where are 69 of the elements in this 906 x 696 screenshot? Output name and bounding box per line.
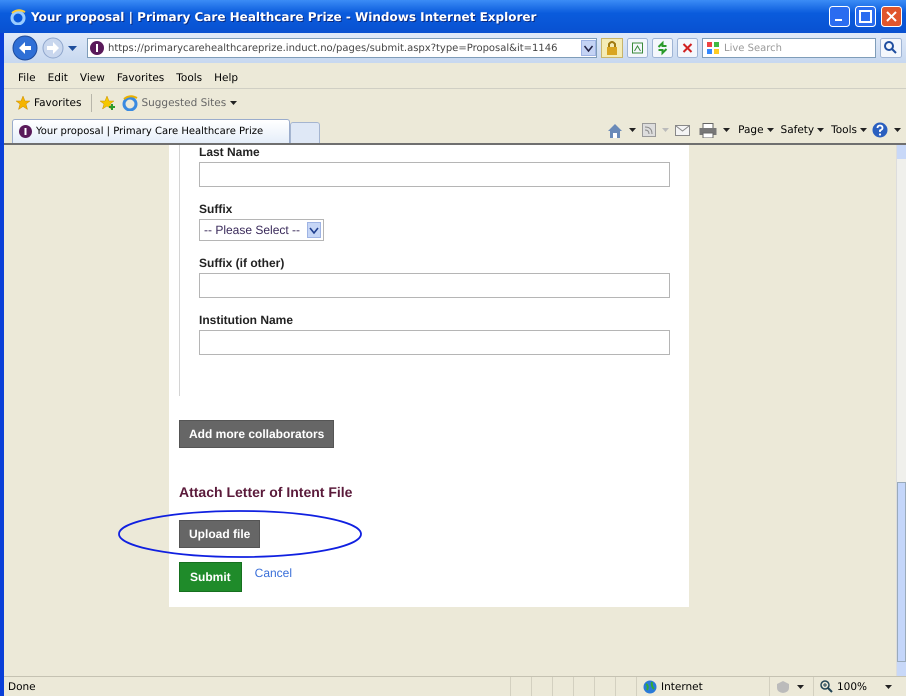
cancel-link[interactable]: Cancel — [254, 566, 292, 580]
add-favorite-icon[interactable] — [100, 95, 116, 111]
caret-icon — [817, 128, 824, 132]
ie-logo-icon — [10, 8, 26, 24]
field-label: Suffix (if other) — [199, 256, 286, 270]
input-field[interactable] — [199, 273, 670, 298]
close-button[interactable] — [881, 6, 902, 27]
window-title: Your proposal | Primary Care Healthcare Prize - Windows Internet Explorer — [31, 10, 538, 24]
command-menu[interactable]: Safety — [778, 124, 826, 136]
caret-icon — [766, 128, 774, 132]
command-menu[interactable]: Page — [736, 124, 776, 136]
caret-icon[interactable] — [68, 46, 77, 50]
print-icon[interactable] — [699, 122, 718, 138]
upload-button[interactable]: Upload file — [179, 520, 260, 548]
search-input[interactable]: Live Search — [724, 42, 875, 54]
site-icon — [90, 41, 104, 55]
menu-item[interactable]: View — [80, 72, 111, 84]
globe-icon — [643, 680, 657, 694]
caret-icon[interactable] — [723, 128, 730, 132]
compatibility-button[interactable] — [627, 38, 648, 58]
add-collaborators-button[interactable]: Add more collaborators — [179, 420, 334, 448]
maximize-button[interactable] — [855, 6, 876, 27]
mail-icon[interactable] — [675, 124, 690, 136]
menu-item[interactable]: Help — [214, 72, 244, 84]
caret-icon[interactable] — [894, 128, 901, 132]
back-button[interactable] — [12, 35, 38, 61]
zoom-button[interactable]: 100% — [813, 677, 906, 696]
site-icon — [19, 125, 32, 138]
favorites-button[interactable]: Favorites — [14, 96, 84, 110]
zoom-icon — [820, 680, 833, 693]
search-field[interactable]: Live Search — [702, 38, 876, 58]
menu-item[interactable]: Edit — [48, 72, 74, 84]
caret-icon[interactable] — [307, 222, 321, 238]
scrollbar[interactable] — [896, 145, 906, 676]
caret-icon — [662, 128, 670, 132]
caret-icon[interactable] — [629, 128, 636, 132]
help-icon[interactable] — [872, 122, 888, 138]
field-label: Institution Name — [199, 313, 294, 327]
refresh-button[interactable] — [652, 38, 673, 58]
submit-button[interactable]: Submit — [179, 562, 242, 592]
caret-icon[interactable] — [797, 684, 804, 688]
status-text: Done — [7, 680, 37, 692]
menu-item[interactable]: Tools — [176, 72, 208, 84]
section-heading: Attach Letter of Intent File — [179, 484, 354, 500]
caret-icon — [230, 101, 238, 105]
lock-icon[interactable] — [601, 38, 623, 58]
field-label: Suffix — [199, 202, 234, 216]
feed-icon[interactable] — [642, 123, 656, 137]
select-field[interactable]: -- Please Select -- — [199, 219, 324, 241]
stop-button[interactable] — [677, 38, 698, 58]
input-field[interactable] — [199, 162, 670, 187]
field-label: Last Name — [199, 145, 261, 159]
dropdown-button[interactable] — [581, 40, 596, 56]
caret-icon — [885, 684, 892, 688]
star-icon — [16, 96, 30, 110]
input-field[interactable] — [199, 330, 670, 355]
tab-title: Your proposal | Primary Care Healthcare Prize — [36, 126, 264, 137]
ie-logo-icon — [122, 95, 138, 111]
windows-flag-icon — [706, 41, 720, 55]
command-menu[interactable]: Tools — [829, 124, 869, 136]
menu-item[interactable]: File — [18, 72, 42, 84]
suggested-sites-button[interactable]: Suggested Sites — [120, 95, 240, 111]
menu-item[interactable]: Favorites — [116, 72, 170, 84]
browser-tab[interactable]: Your proposal | Primary Care Healthcare Prize — [12, 119, 290, 143]
search-button[interactable] — [880, 38, 902, 58]
zone-text: Internet — [661, 680, 703, 692]
caret-icon — [860, 128, 867, 132]
minimize-button[interactable] — [829, 6, 850, 27]
home-icon[interactable] — [607, 122, 624, 138]
